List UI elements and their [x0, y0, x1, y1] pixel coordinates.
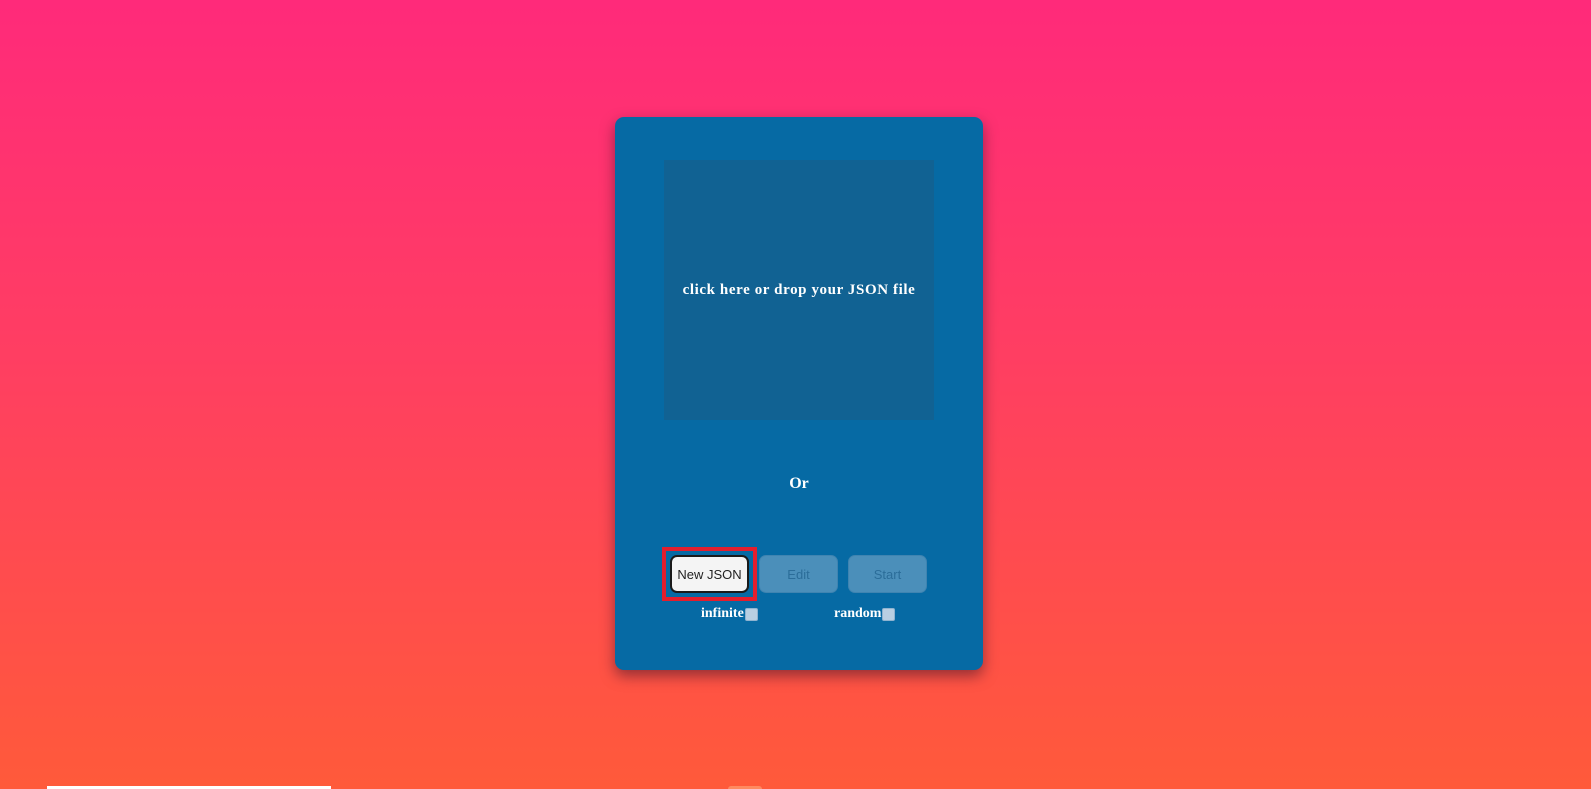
infinite-label: infinite [701, 606, 744, 621]
random-option: random [834, 606, 896, 622]
infinite-checkbox[interactable] [744, 607, 758, 621]
start-button[interactable]: Start [848, 555, 927, 593]
dropzone-label: click here or drop your JSON file [682, 281, 916, 298]
json-file-dropzone[interactable]: click here or drop your JSON file [664, 160, 934, 420]
json-loader-card: click here or drop your JSON file Or New… [615, 117, 983, 670]
or-separator: Or [789, 475, 809, 492]
edit-button[interactable]: Edit [759, 555, 838, 593]
random-checkbox[interactable] [882, 607, 896, 621]
random-label: random [834, 606, 882, 621]
infinite-option: infinite [701, 606, 758, 622]
new-json-button[interactable]: New JSON [670, 555, 749, 593]
